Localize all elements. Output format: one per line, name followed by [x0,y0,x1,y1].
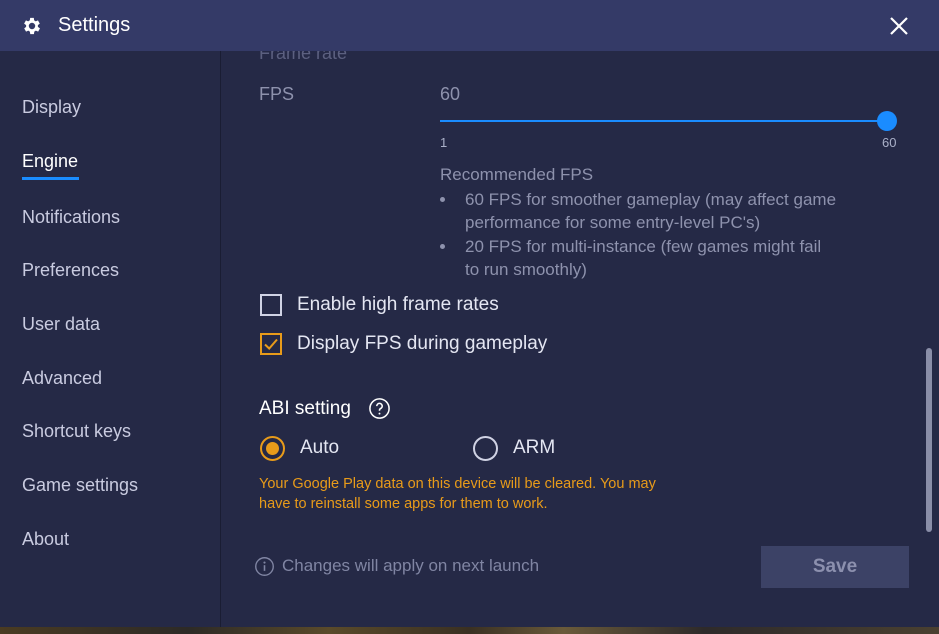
content-scrollbar[interactable] [926,348,932,532]
section-heading-frame-rate: Frame rate [259,51,348,63]
sidebar-item-advanced[interactable]: Advanced [22,368,102,389]
settings-content: Frame rate FPS 60 1 60 Recommended FPS 6… [222,51,939,627]
recommended-fps-title: Recommended FPS [440,165,594,184]
restart-notice: Changes will apply on next launch [282,556,540,575]
recommended-fps-list: 60 FPS for smoother gameplay (may affect… [440,188,840,282]
bullet [440,244,445,249]
fps-slider-handle[interactable] [877,111,897,131]
save-button[interactable]: Save [761,546,909,588]
checkbox-box[interactable] [260,294,282,316]
radio-button[interactable] [260,435,285,461]
checkbox-label: Display FPS during gameplay [297,333,548,354]
radio-label: ARM [513,437,556,458]
help-icon[interactable] [368,397,391,420]
display-fps-checkbox[interactable]: Display FPS during gameplay [260,332,547,356]
fps-value: 60 [440,84,461,104]
sidebar-item-display[interactable]: Display [22,97,81,118]
sidebar-item-about[interactable]: About [22,529,69,550]
settings-window: Settings Display Engine Notifications Pr… [0,0,939,627]
sidebar-item-engine[interactable]: Engine [22,151,78,172]
sidebar-item-game-settings[interactable]: Game settings [22,475,138,496]
info-icon [255,557,274,576]
fps-label: FPS [259,84,295,104]
abi-arm-radio[interactable]: ARM [473,435,555,461]
sidebar-item-preferences[interactable]: Preferences [22,260,119,281]
close-icon[interactable] [887,14,911,38]
sidebar-item-user-data[interactable]: User data [22,314,100,335]
bullet [440,197,445,202]
title-bar: Settings [0,0,939,51]
sidebar-item-shortcut-keys[interactable]: Shortcut keys [22,421,131,442]
fps-slider-track[interactable] [440,120,887,122]
abi-warning-text: Your Google Play data on this device wil… [259,476,656,512]
sidebar-item-notifications[interactable]: Notifications [22,207,120,228]
window-title: Settings [58,14,131,36]
active-tab-indicator [22,177,79,180]
fps-slider-max: 60 [882,135,897,150]
sidebar: Display Engine Notifications Preferences… [0,51,221,627]
list-item: 20 FPS for multi-instance (few games mig… [440,235,840,281]
check-icon [264,338,278,350]
background-strip [0,627,939,634]
checkbox-box[interactable] [260,333,282,355]
fps-slider-min: 1 [440,135,448,150]
radio-button[interactable] [473,435,498,461]
abi-setting-title: ABI setting [259,398,351,419]
radio-label: Auto [300,437,340,458]
list-item: 60 FPS for smoother gameplay (may affect… [440,188,840,234]
gear-icon [24,17,40,35]
abi-auto-radio[interactable]: Auto [260,435,339,461]
enable-high-frame-rates-checkbox[interactable]: Enable high frame rates [260,293,499,317]
checkbox-label: Enable high frame rates [297,294,499,315]
